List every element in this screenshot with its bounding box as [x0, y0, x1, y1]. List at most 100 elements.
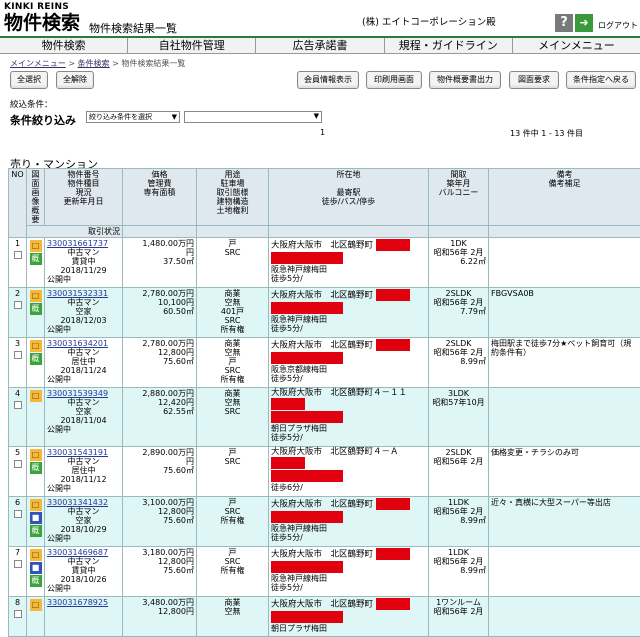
layout: 2SLDK: [445, 447, 472, 457]
summary-icon[interactable]: 概: [29, 253, 42, 265]
transaction-mode: 戸: [228, 447, 237, 457]
refine-value-select[interactable]: ▼: [184, 111, 322, 123]
floorplan-icon[interactable]: □: [29, 599, 42, 612]
address-cell: 大阪府大阪市 北区鶴野町 阪急神戸線梅田 徒歩5分/: [268, 287, 429, 339]
layout: 2SLDK: [445, 339, 472, 349]
walk-time: 徒歩5分/: [271, 583, 303, 593]
management-fee: 10,100円: [158, 298, 194, 308]
pager-page[interactable]: 1: [320, 128, 325, 137]
map-request-button[interactable]: 図面要求: [509, 71, 559, 89]
nearest-station: 阪急神戸線梅田: [271, 315, 327, 325]
row-checkbox[interactable]: [13, 459, 22, 468]
row-checkbox[interactable]: [13, 610, 22, 619]
floorplan-icon[interactable]: □: [29, 240, 42, 252]
redaction-mark: [375, 239, 410, 251]
col-no: NO: [8, 168, 27, 238]
property-id-link[interactable]: 330031543191: [47, 448, 120, 457]
row-no-cell: 5: [8, 445, 27, 497]
logout-link[interactable]: ログアウト: [598, 20, 638, 31]
property-id-link[interactable]: 330031469687: [47, 548, 120, 557]
price-cell: 2,890.00万円円 75.60㎡: [122, 445, 197, 497]
print-view-button[interactable]: 印刷用画面: [366, 71, 422, 89]
floorplan-icon[interactable]: □: [29, 340, 42, 353]
row-number: 6: [14, 497, 21, 507]
management-fee: 12,420円: [158, 398, 194, 408]
structure: SRC: [224, 557, 241, 567]
media-cell: □ 概: [26, 236, 45, 289]
note-cell: [488, 546, 640, 598]
floorplan-icon[interactable]: □: [29, 498, 42, 511]
use-cell: 商業 空無: [196, 596, 269, 637]
summary-icon[interactable]: 概: [29, 303, 42, 316]
structure: SRC: [224, 456, 241, 466]
col-media: 図面 画像 概要: [26, 168, 45, 226]
nav-property-search[interactable]: 物件検索: [0, 38, 129, 53]
nav-guidelines[interactable]: 規程・ガイドライン: [385, 38, 513, 53]
property-id-link[interactable]: 330031661737: [47, 239, 120, 248]
breadcrumb-search[interactable]: 条件検索: [78, 59, 110, 68]
clear-all-button[interactable]: 全解除: [56, 71, 94, 89]
deal-status: 公開中: [47, 425, 71, 435]
row-checkbox[interactable]: [13, 301, 22, 310]
layout: 1DK: [450, 239, 467, 248]
refine-select[interactable]: 絞り込み条件を選択 ▼: [86, 111, 180, 123]
media-cell: □ ■ 概: [26, 546, 45, 598]
floorplan-icon[interactable]: □: [29, 448, 42, 461]
summary-icon[interactable]: 概: [29, 524, 42, 537]
row-checkbox[interactable]: [13, 251, 22, 259]
table-row: 2 □ 概 330031532331 中古マン 空家 2018/12/03 公開中 2,780.…: [8, 287, 640, 339]
property-id-link[interactable]: 330031678925: [47, 598, 120, 607]
built-date: 昭和56年 2月: [433, 557, 484, 567]
address: 大阪府大阪市 北区鶴野町: [271, 240, 374, 251]
table-row: 5 □ 概 330031543191 中古マン 居住中 2018/11/12 公開中 2,890…: [8, 445, 640, 497]
price: 1,480.00万円: [142, 239, 194, 248]
land-right: 所有権: [220, 515, 245, 525]
address-cell: 大阪府大阪市 北区鶴野町 阪急神戸線梅田 徒歩5分/: [268, 495, 429, 548]
floorplan-icon[interactable]: □: [29, 549, 42, 562]
property-type: 中古マン: [67, 248, 100, 257]
address: 大阪府大阪市 北区鶴野町: [271, 290, 374, 301]
use-cell: 戸 SRC 所有権: [196, 495, 269, 548]
property-status: 空家: [75, 515, 92, 525]
property-id-link[interactable]: 330031532331: [47, 289, 120, 298]
member-info-button[interactable]: 会員情報表示: [297, 71, 359, 89]
logout-icon[interactable]: ➜: [575, 14, 593, 32]
nav-ad-consent[interactable]: 広告承諾書: [256, 38, 385, 53]
deal-status: 公開中: [47, 275, 71, 284]
layout: 1ワンルーム: [436, 598, 481, 608]
property-id-link[interactable]: 330031634201: [47, 339, 120, 348]
deal-status: 公開中: [47, 375, 71, 385]
price: 2,780.00万円: [142, 339, 194, 349]
summary-icon[interactable]: 概: [29, 461, 42, 474]
floorplan-icon[interactable]: □: [29, 390, 42, 403]
layout-cell: 1LDK 昭和56年 2月 8.99㎡: [428, 495, 489, 548]
layout: 1LDK: [448, 548, 469, 558]
structure: SRC: [224, 248, 241, 257]
row-checkbox[interactable]: [13, 401, 22, 410]
row-checkbox[interactable]: [13, 560, 22, 569]
summary-output-button[interactable]: 物件概要書出力: [429, 71, 501, 89]
row-checkbox[interactable]: [13, 351, 22, 360]
row-checkbox[interactable]: [13, 509, 22, 518]
balcony-area: 6.22㎡: [460, 257, 486, 266]
property-status: 空家: [75, 407, 92, 417]
summary-icon[interactable]: 概: [29, 353, 42, 366]
summary-icon[interactable]: 概: [29, 575, 42, 588]
floor-area: 60.50㎡: [163, 307, 194, 317]
zoning: 商業: [224, 289, 241, 299]
management-fee: 12,800円: [158, 348, 194, 358]
floorplan-icon[interactable]: □: [29, 290, 42, 303]
row-number: 2: [14, 289, 21, 299]
help-icon[interactable]: ?: [555, 14, 573, 32]
photo-icon[interactable]: ■: [29, 562, 42, 575]
select-all-button[interactable]: 全選択: [10, 71, 48, 89]
photo-icon[interactable]: ■: [29, 511, 42, 524]
built-date: 昭和56年 2月: [433, 456, 484, 466]
nav-main-menu[interactable]: メインメニュー: [513, 38, 640, 53]
row-no-cell: 4: [8, 387, 27, 447]
back-to-conditions-button[interactable]: 条件指定へ戻る: [566, 71, 636, 89]
balcony-area: 7.79㎡: [460, 307, 486, 317]
nav-own-property[interactable]: 自社物件管理: [128, 38, 257, 53]
property-id-link[interactable]: 330031341432: [47, 498, 120, 507]
breadcrumb-main-menu[interactable]: メインメニュー: [10, 59, 66, 68]
